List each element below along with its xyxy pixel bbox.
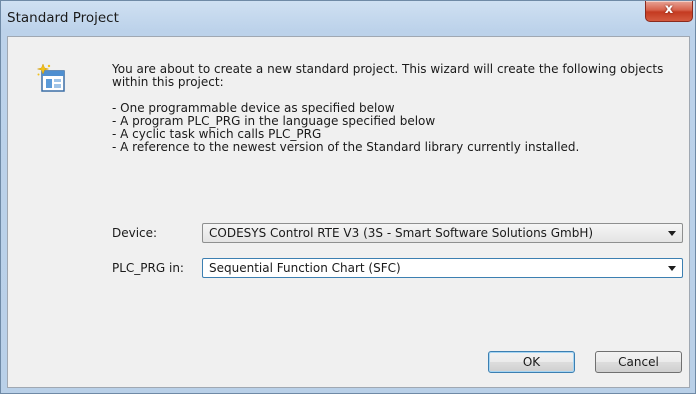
ok-button[interactable]: OK (488, 351, 575, 373)
language-label: PLC_PRG in: (112, 261, 184, 275)
close-icon: x (664, 2, 674, 17)
cancel-button[interactable]: Cancel (595, 351, 682, 373)
device-select-value: CODESYS Control RTE V3 (3S - Smart Softw… (209, 226, 594, 240)
intro-text: You are about to create a new standard p… (112, 63, 672, 154)
language-select-value: Sequential Function Chart (SFC) (209, 261, 401, 275)
list-item: - A reference to the newest version of t… (112, 140, 580, 154)
close-button[interactable]: x (645, 1, 693, 22)
dialog-window: Standard Project x You are about to crea… (0, 0, 696, 394)
title-bar[interactable]: Standard Project x (1, 1, 695, 35)
chevron-down-icon (668, 266, 676, 271)
chevron-down-icon (668, 231, 676, 236)
objects-list: - One programmable device as specified b… (112, 102, 672, 154)
dialog-content: You are about to create a new standard p… (7, 36, 690, 388)
device-select[interactable]: CODESYS Control RTE V3 (3S - Smart Softw… (202, 223, 683, 243)
wizard-icon (37, 63, 65, 92)
device-label: Device: (112, 226, 158, 240)
language-select[interactable]: Sequential Function Chart (SFC) (202, 258, 683, 278)
intro-paragraph: You are about to create a new standard p… (112, 62, 664, 89)
dialog-title: Standard Project (7, 10, 119, 26)
